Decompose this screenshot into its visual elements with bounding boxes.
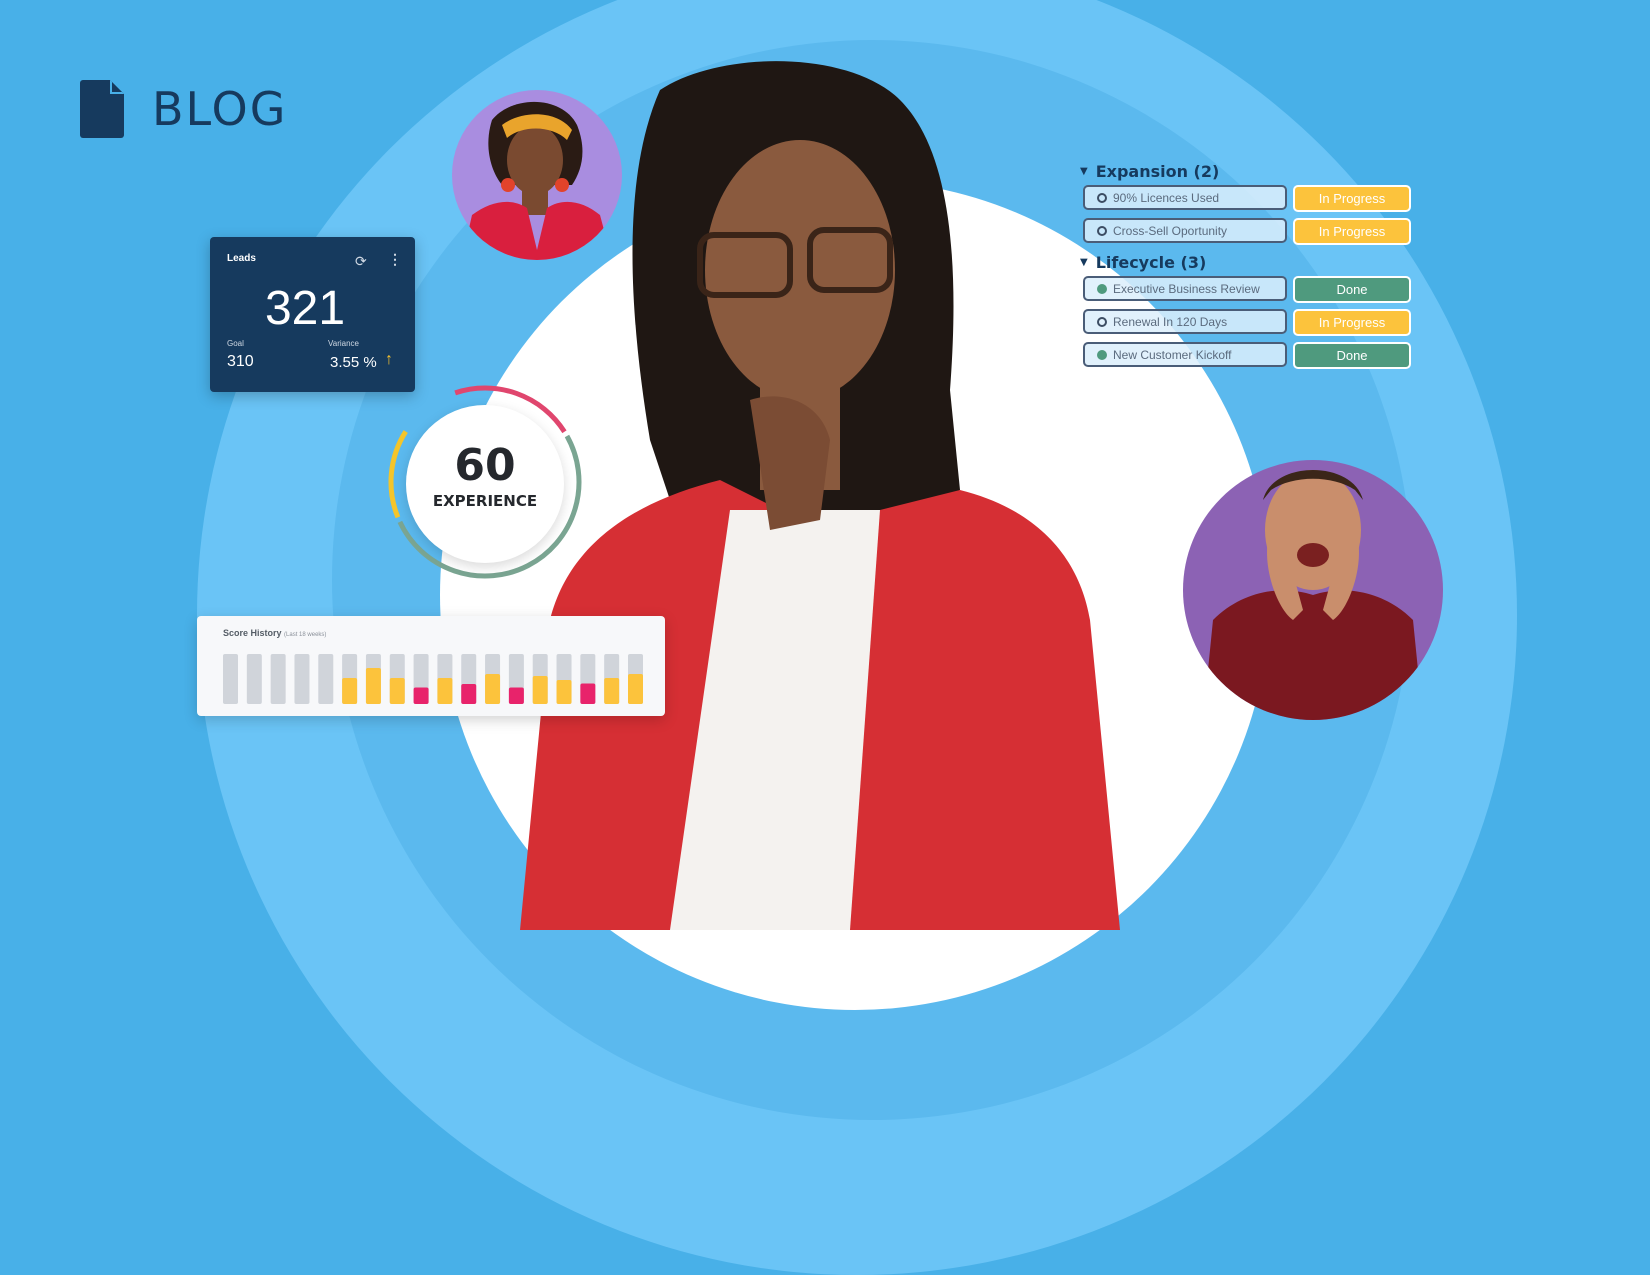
bar-track [270, 654, 286, 704]
score-bar [532, 676, 548, 704]
task-list: ▼ Expansion (2) 90% Licences Used In Progre… [1080, 160, 1420, 375]
more-vertical-icon[interactable]: ⋮ [388, 251, 402, 268]
task-name: New Customer Kickoff [1113, 347, 1232, 362]
task-item[interactable]: Renewal In 120 Days [1083, 309, 1287, 334]
leads-title: Leads [227, 253, 256, 264]
score-bar [508, 687, 524, 704]
experience-label: EXPERIENCE [432, 492, 538, 510]
status-badge[interactable]: In Progress [1293, 218, 1411, 245]
woman-headband-photo [452, 90, 622, 260]
gauge-segment [388, 430, 408, 519]
status-badge[interactable]: In Progress [1293, 309, 1411, 336]
leads-card: Leads ⟳ ⋮ 321 Goal 310 Variance 3.55 % ↑ [210, 237, 415, 392]
task-name: Cross-Sell Oportunity [1113, 223, 1228, 238]
score-bar [580, 683, 596, 704]
bar-track [246, 654, 262, 704]
bar-track [294, 654, 310, 704]
score-history-title: Score History (Last 18 weeks) [223, 628, 326, 638]
score-bar [413, 687, 429, 704]
status-badge[interactable]: Done [1293, 276, 1411, 303]
status-empty-circle-icon[interactable] [1097, 192, 1107, 203]
caret-down-icon[interactable]: ▼ [1080, 257, 1088, 268]
group-header[interactable]: ▼ Lifecycle (3) [1080, 251, 1420, 273]
task-row: New Customer Kickoff Done [1083, 342, 1420, 369]
score-bar [556, 680, 572, 704]
group-header[interactable]: ▼ Expansion (2) [1080, 160, 1420, 182]
shouting-man-photo [1183, 460, 1443, 720]
score-bar [485, 674, 501, 704]
status-filled-circle-icon[interactable] [1097, 349, 1107, 360]
status-empty-circle-icon[interactable] [1097, 316, 1107, 327]
arrow-up-icon: ↑ [385, 351, 393, 368]
refresh-icon[interactable]: ⟳ [355, 253, 367, 270]
leads-value: 321 [264, 282, 346, 335]
status-filled-circle-icon[interactable] [1097, 283, 1107, 294]
bar-track [318, 654, 334, 704]
task-name: Executive Business Review [1113, 281, 1260, 296]
goal-value: 310 [227, 353, 254, 370]
score-bar [389, 678, 405, 704]
task-name: 90% Licences Used [1113, 190, 1220, 205]
score-bar [365, 668, 381, 704]
variance-value: 3.55 % [330, 354, 377, 371]
score-bar [628, 674, 643, 704]
task-name: Renewal In 120 Days [1113, 314, 1228, 329]
task-item[interactable]: Cross-Sell Oportunity [1083, 218, 1287, 243]
score-bar [342, 678, 358, 704]
score-bar [437, 678, 453, 704]
document-icon [80, 80, 124, 138]
task-row: 90% Licences Used In Progress [1083, 185, 1420, 212]
score-bar [604, 678, 620, 704]
bar-track [223, 654, 238, 704]
task-item[interactable]: 90% Licences Used [1083, 185, 1287, 210]
task-item[interactable]: New Customer Kickoff [1083, 342, 1287, 367]
goal-label: Goal [227, 339, 244, 348]
blog-logo[interactable]: BLOG [80, 80, 287, 138]
status-empty-circle-icon[interactable] [1097, 225, 1107, 236]
task-row: Cross-Sell Oportunity In Progress [1083, 218, 1420, 245]
score-history-card: Score History (Last 18 weeks) [197, 616, 665, 716]
score-bar [461, 684, 477, 704]
caret-down-icon[interactable]: ▼ [1080, 166, 1088, 177]
task-item[interactable]: Executive Business Review [1083, 276, 1287, 301]
task-row: Executive Business Review Done [1083, 276, 1420, 303]
task-row: Renewal In 120 Days In Progress [1083, 309, 1420, 336]
group-label: Lifecycle (3) [1095, 252, 1207, 272]
experience-value: 60 [454, 440, 516, 491]
status-badge[interactable]: Done [1293, 342, 1411, 369]
shouting-man-illustration [1203, 470, 1423, 720]
blog-title: BLOG [152, 82, 288, 136]
status-badge[interactable]: In Progress [1293, 185, 1411, 212]
score-history-subtitle: (Last 18 weeks) [284, 632, 327, 638]
variance-label: Variance [328, 339, 359, 348]
group-label: Expansion (2) [1095, 161, 1220, 181]
score-history-title-text: Score History [223, 628, 282, 638]
score-history-chart [223, 654, 643, 704]
woman-headband-illustration [462, 101, 612, 260]
